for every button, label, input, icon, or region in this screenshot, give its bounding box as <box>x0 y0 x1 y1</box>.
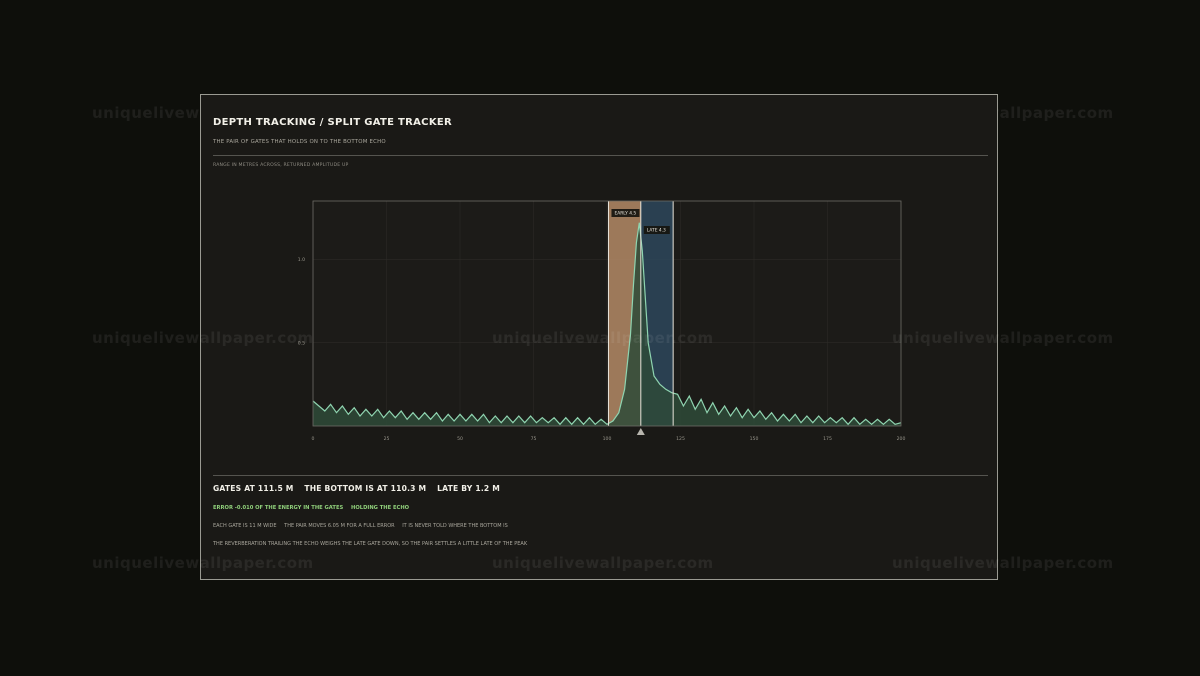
error-value: ERROR -0.010 OF THE ENERGY IN THE GATES <box>213 505 344 511</box>
x-tick-label: 200 <box>897 436 906 442</box>
x-tick-label: 25 <box>384 436 390 442</box>
never-told-note: IT IS NEVER TOLD WHERE THE BOTTOM IS <box>402 523 508 529</box>
early-gate-label: EARLY 4.5 <box>614 211 636 217</box>
tracker-panel: DEPTH TRACKING / SPLIT GATE TRACKER THE … <box>200 94 998 580</box>
x-tick-label: 75 <box>531 436 537 442</box>
x-tick-label: 150 <box>750 436 759 442</box>
reverb-note: THE REVERBERATION TRAILING THE ECHO WEIG… <box>213 541 528 547</box>
gate-width-note: EACH GATE IS 11 M WIDE <box>213 523 277 529</box>
y-tick-label: 0.5 <box>298 340 305 346</box>
x-tick-label: 50 <box>457 436 463 442</box>
x-tick-label: 100 <box>603 436 612 442</box>
status-line: GATES AT 111.5 M THE BOTTOM IS AT 110.3 … <box>213 484 508 493</box>
holding-status: HOLDING THE ECHO <box>351 505 410 511</box>
status-divider <box>213 475 988 476</box>
x-tick-label: 175 <box>823 436 832 442</box>
echo-chart: EARLY 4.5 LATE 4.3 0 25 50 75 100 125 150 175 200 0… <box>298 200 906 442</box>
late-gate-label: LATE 4.3 <box>647 228 666 234</box>
error-line: ERROR -0.010 OF THE ENERGY IN THE GATES … <box>213 505 415 511</box>
pair-move-note: THE PAIR MOVES 6.05 M FOR A FULL ERROR <box>284 523 395 529</box>
bottom-position: THE BOTTOM IS AT 110.3 M <box>304 484 427 493</box>
gate-center-marker <box>636 428 645 435</box>
x-tick-label: 125 <box>676 436 685 442</box>
x-tick-label: 0 <box>312 436 315 442</box>
y-tick-label: 1.0 <box>298 257 305 263</box>
gate-note: EACH GATE IS 11 M WIDE THE PAIR MOVES 6.… <box>213 523 514 529</box>
late-offset: LATE BY 1.2 M <box>437 484 500 493</box>
gates-position: GATES AT 111.5 M <box>213 484 294 493</box>
